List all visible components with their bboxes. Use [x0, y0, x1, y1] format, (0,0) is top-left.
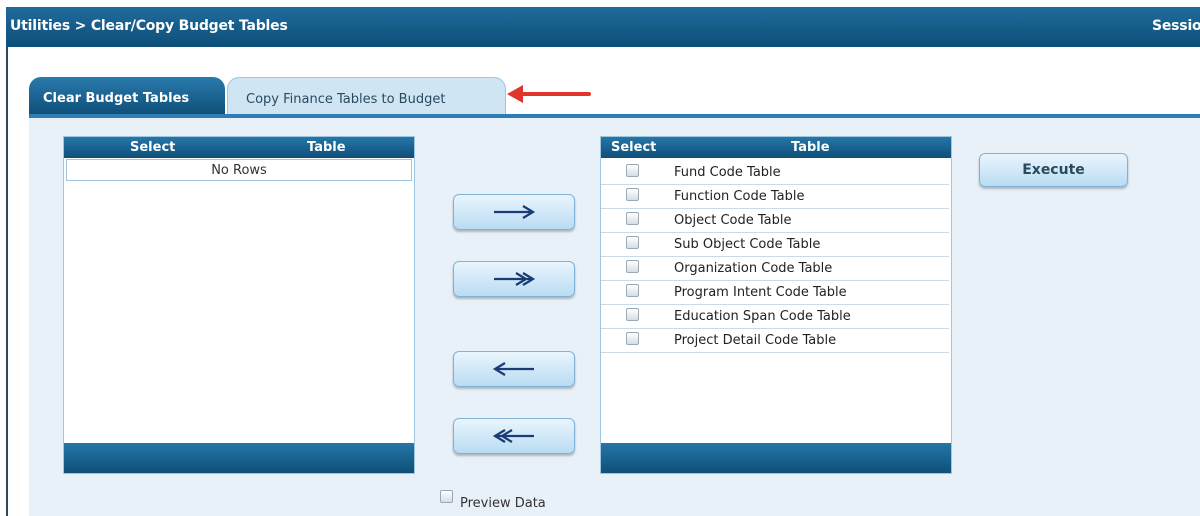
column-header-table[interactable]: Table: [791, 140, 830, 155]
double-arrow-right-icon: [494, 272, 536, 286]
preview-data-label: Preview Data: [460, 496, 546, 511]
row-label: Project Detail Code Table: [674, 333, 837, 348]
target-grid: Select Table Fund Code Table Function Co…: [600, 136, 952, 474]
table-row[interactable]: Function Code Table: [601, 185, 949, 209]
row-label: Education Span Code Table: [674, 309, 851, 324]
row-label: Organization Code Table: [674, 261, 833, 276]
row-label: Sub Object Code Table: [674, 237, 821, 252]
preview-data-checkbox[interactable]: [440, 490, 453, 503]
arrow-left-icon: [492, 362, 534, 376]
row-checkbox[interactable]: [626, 164, 639, 177]
row-checkbox[interactable]: [626, 308, 639, 321]
grid-footer: [601, 443, 951, 473]
row-checkbox[interactable]: [626, 188, 639, 201]
table-row[interactable]: Sub Object Code Table: [601, 233, 949, 257]
row-checkbox[interactable]: [626, 236, 639, 249]
double-arrow-left-icon: [492, 429, 534, 443]
table-row[interactable]: Object Code Table: [601, 209, 949, 233]
table-row[interactable]: Education Span Code Table: [601, 305, 949, 329]
column-header-table[interactable]: Table: [307, 140, 346, 155]
source-grid: Select Table No Rows: [63, 136, 415, 474]
row-checkbox[interactable]: [626, 332, 639, 345]
table-row[interactable]: Fund Code Table: [601, 161, 949, 185]
title-bar: Utilities > Clear/Copy Budget Tables Ses…: [6, 7, 1200, 47]
arrow-right-icon: [494, 205, 536, 219]
red-arrow-icon: [507, 85, 591, 103]
column-header-select[interactable]: Select: [130, 140, 175, 155]
row-label: Function Code Table: [674, 189, 805, 204]
execute-button[interactable]: Execute: [979, 153, 1128, 187]
tab-copy-finance-tables-to-budget[interactable]: Copy Finance Tables to Budget: [227, 77, 506, 115]
grid-footer: [64, 443, 414, 473]
table-row[interactable]: Project Detail Code Table: [601, 329, 949, 353]
table-row[interactable]: Program Intent Code Table: [601, 281, 949, 305]
row-label: Object Code Table: [674, 213, 792, 228]
row-label: Program Intent Code Table: [674, 285, 847, 300]
left-border: [6, 47, 8, 516]
move-selected-right-button[interactable]: [453, 194, 575, 230]
row-checkbox[interactable]: [626, 260, 639, 273]
move-all-left-button[interactable]: [453, 418, 575, 454]
row-checkbox[interactable]: [626, 284, 639, 297]
row-label: Fund Code Table: [674, 165, 781, 180]
breadcrumb: Utilities > Clear/Copy Budget Tables: [10, 18, 288, 34]
row-checkbox[interactable]: [626, 212, 639, 225]
grid-header: Select Table: [601, 137, 951, 158]
grid-header: Select Table: [64, 137, 414, 158]
session-label: Sessior: [1152, 18, 1200, 34]
empty-message: No Rows: [66, 159, 412, 181]
tab-clear-budget-tables[interactable]: Clear Budget Tables: [29, 77, 225, 115]
table-row[interactable]: Organization Code Table: [601, 257, 949, 281]
move-all-right-button[interactable]: [453, 261, 575, 297]
move-selected-left-button[interactable]: [453, 351, 575, 387]
column-header-select[interactable]: Select: [611, 140, 656, 155]
